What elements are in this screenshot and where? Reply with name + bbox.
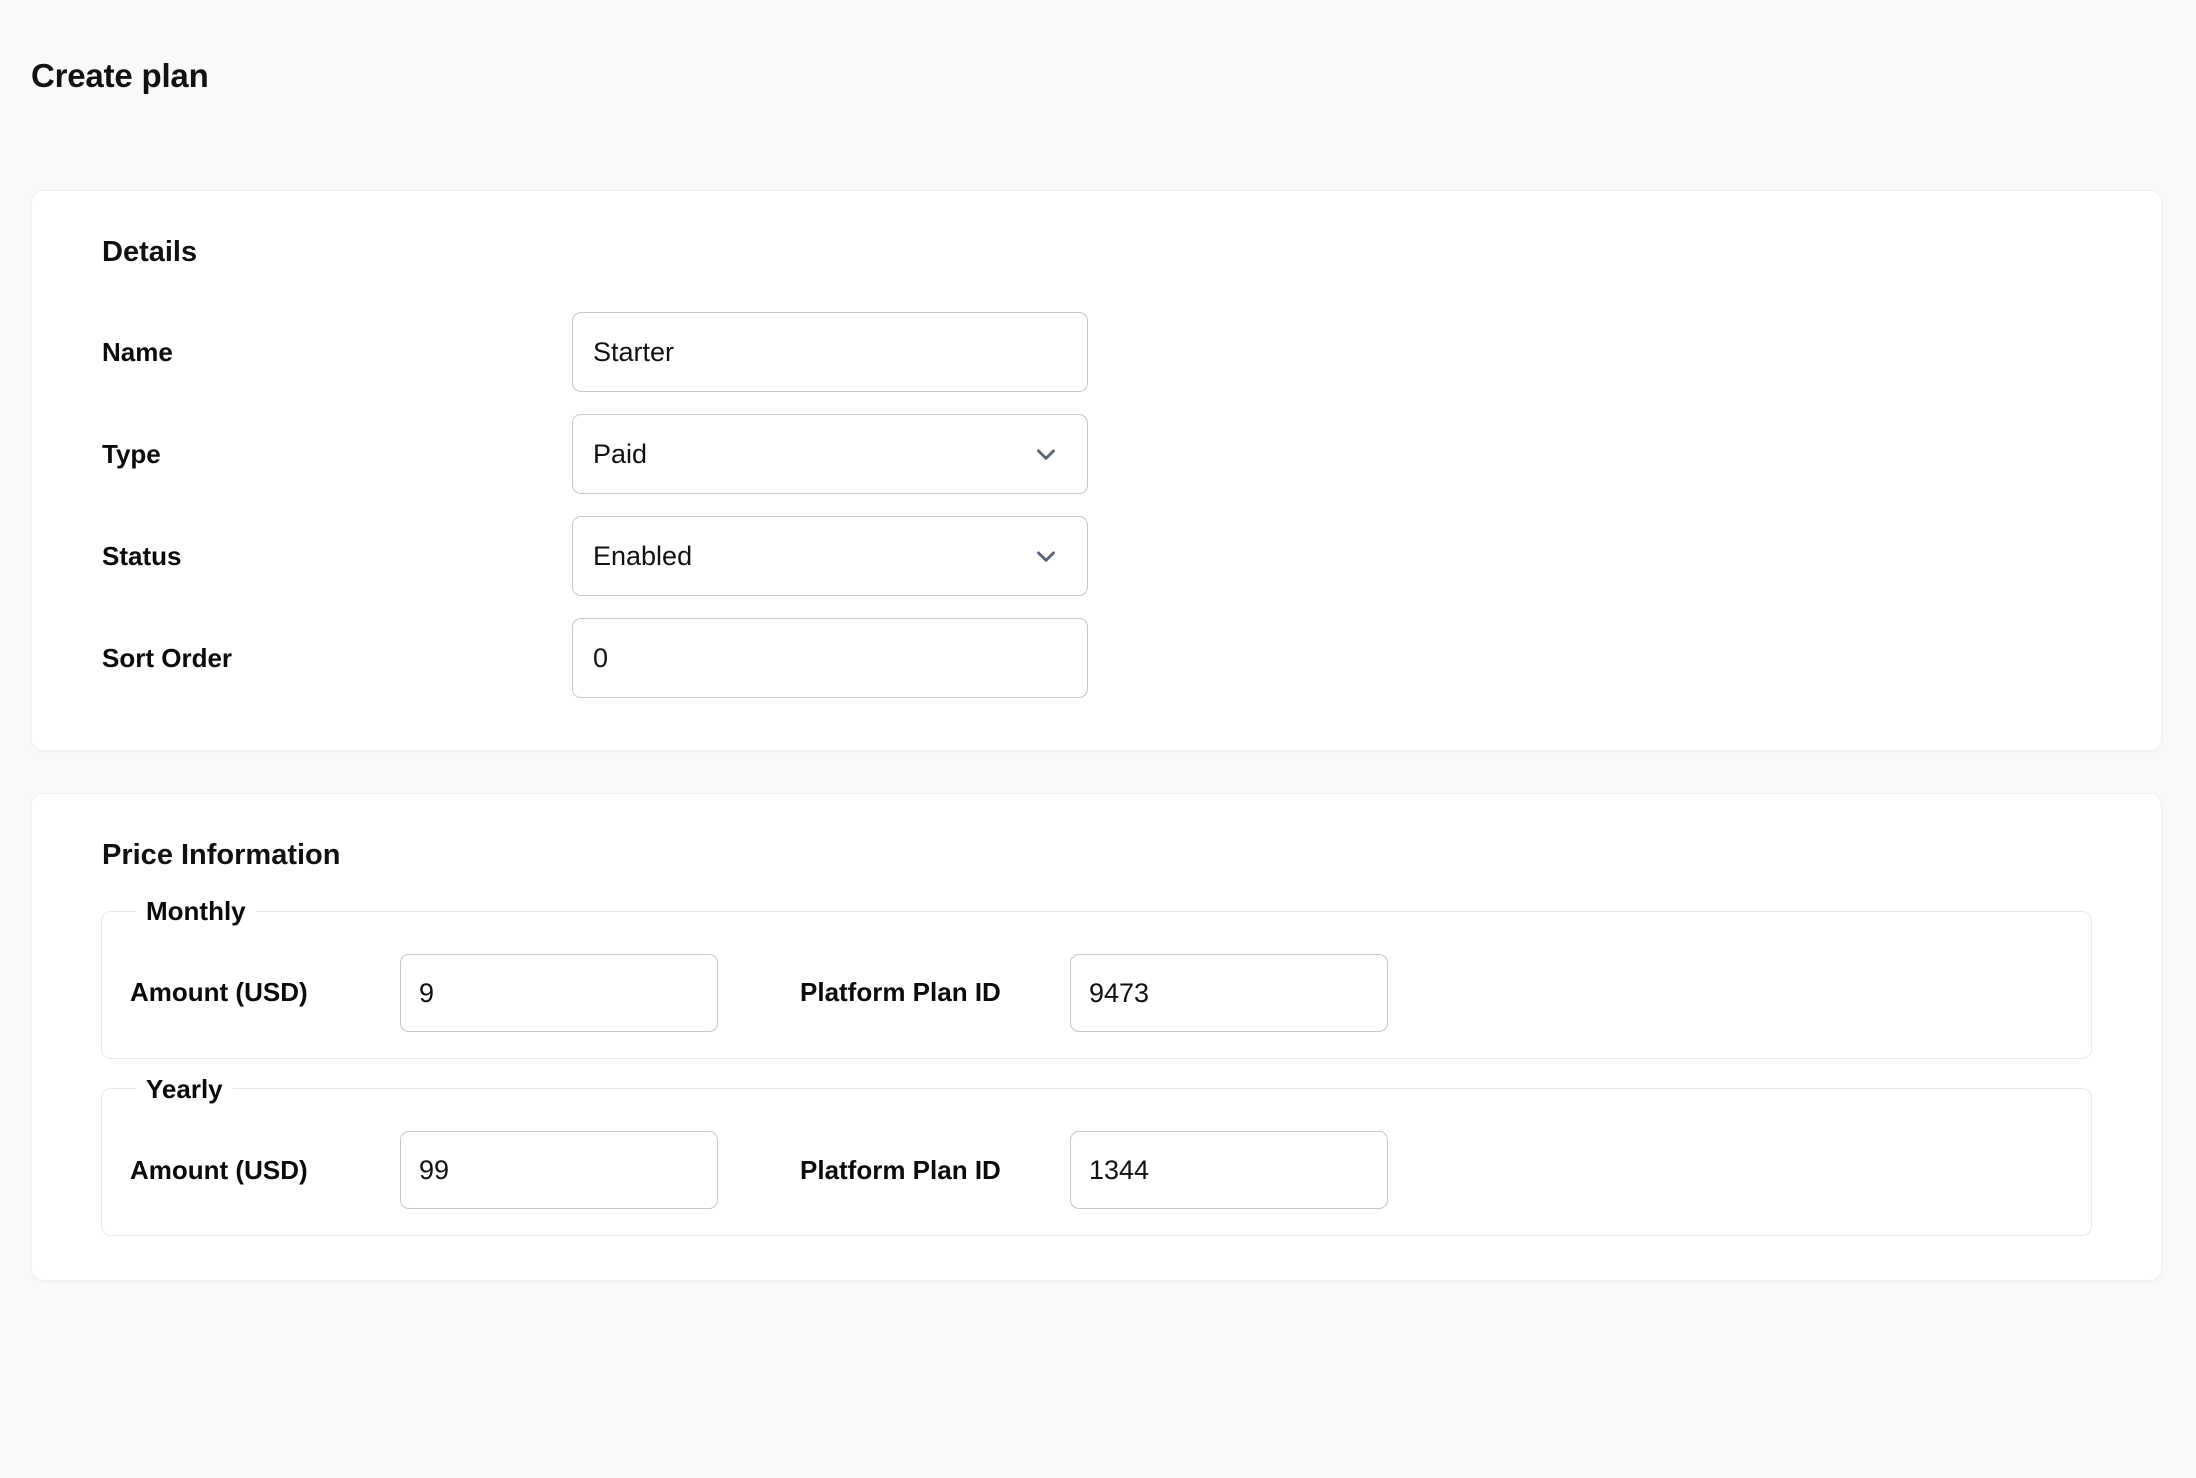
field-row-type: Type Paid xyxy=(77,414,2116,495)
status-label: Status xyxy=(102,540,182,571)
monthly-amount-input[interactable]: 9 xyxy=(400,953,718,1032)
yearly-amount-label: Amount (USD) xyxy=(130,1154,308,1185)
yearly-price-row: Amount (USD) 99 Platform Plan ID 1344 xyxy=(130,1125,2063,1210)
status-select-wrap: Enabled xyxy=(572,516,1088,597)
name-input[interactable]: Starter xyxy=(572,312,1088,393)
name-label: Name xyxy=(102,336,173,367)
monthly-amount-label: Amount (USD) xyxy=(130,977,308,1007)
field-row-name: Name Starter xyxy=(77,312,2116,393)
details-section-title: Details xyxy=(102,236,198,269)
name-input-wrap: Starter xyxy=(572,312,1088,393)
yearly-price-group: Yearly Amount (USD) 99 Platform Plan ID … xyxy=(101,1073,2092,1237)
monthly-plan-id-label: Platform Plan ID xyxy=(800,977,1001,1007)
create-plan-page: Create plan Details Name Starter Type Pa… xyxy=(0,0,2196,1478)
yearly-legend: Yearly xyxy=(146,1073,223,1104)
sort-order-input-wrap: 0 xyxy=(572,618,1088,699)
field-row-sort-order: Sort Order 0 xyxy=(77,618,2116,699)
monthly-price-group: Monthly Amount (USD) 9 Platform Plan ID … xyxy=(101,897,2092,1059)
monthly-price-row: Amount (USD) 9 Platform Plan ID 9473 xyxy=(130,948,2063,1032)
status-select[interactable]: Enabled xyxy=(572,516,1088,597)
type-select-wrap: Paid xyxy=(572,414,1088,495)
page-title: Create plan xyxy=(31,57,209,95)
type-label: Type xyxy=(102,438,161,469)
type-select-value: Paid xyxy=(593,438,648,469)
details-card: Details Name Starter Type Paid Status En… xyxy=(31,190,2162,752)
monthly-legend: Monthly xyxy=(146,896,246,926)
type-select[interactable]: Paid xyxy=(572,414,1088,495)
monthly-plan-id-input[interactable]: 9473 xyxy=(1070,953,1388,1032)
price-information-section-title: Price Information xyxy=(102,839,341,872)
yearly-plan-id-input[interactable]: 1344 xyxy=(1070,1131,1388,1210)
status-select-value: Enabled xyxy=(593,540,693,571)
field-row-status: Status Enabled xyxy=(77,516,2116,597)
chevron-down-icon xyxy=(1031,439,1061,469)
yearly-amount-input[interactable]: 99 xyxy=(400,1131,718,1210)
sort-order-input[interactable]: 0 xyxy=(572,618,1088,699)
sort-order-label: Sort Order xyxy=(102,642,233,673)
price-information-card: Price Information Monthly Amount (USD) 9… xyxy=(31,793,2162,1282)
yearly-plan-id-label: Platform Plan ID xyxy=(800,1154,1001,1185)
chevron-down-icon xyxy=(1031,541,1061,571)
